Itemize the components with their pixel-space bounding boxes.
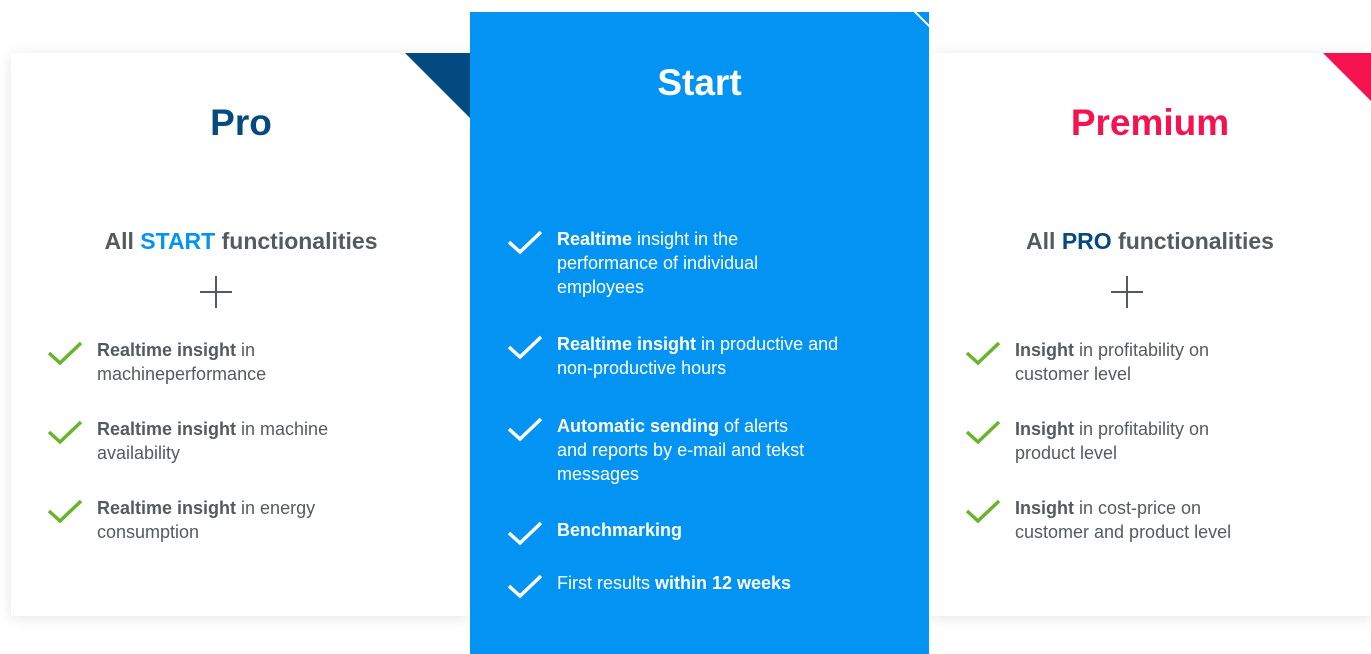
feature-line: Insight in profitability on	[1015, 419, 1210, 439]
plan-card-premium: Premium All PRO functionalities Insight …	[929, 53, 1371, 616]
plan-title-premium: Premium	[1070, 102, 1230, 143]
feature-line: product level	[1015, 443, 1118, 463]
feature-item: Realtime insight in productive and non-p…	[507, 332, 897, 380]
feature-item: Realtime insight in energy consumption	[47, 496, 437, 544]
feature-line: Realtime insight in machine	[97, 419, 329, 439]
feature-item: Insight in profitability on product leve…	[965, 417, 1345, 465]
feature-line: performance of individual	[557, 253, 759, 273]
check-icon	[965, 499, 1001, 524]
plan-subtitle-premium: All PRO functionalities	[929, 227, 1371, 255]
feature-line: non-productive hours	[557, 358, 727, 378]
feature-line: Automatic sending of alerts	[557, 416, 789, 436]
subtitle-highlight: START	[140, 228, 216, 254]
feature-line: Realtime insight in energy	[97, 498, 316, 518]
feature-line: employees	[557, 277, 645, 297]
plan-card-start: Start Realtime insight in the performanc…	[470, 12, 929, 654]
feature-item: Benchmarking	[507, 518, 897, 546]
check-icon	[965, 341, 1001, 366]
plus-icon	[200, 276, 232, 308]
subtitle-highlight: PRO	[1061, 228, 1112, 254]
feature-item: First results within 12 weeks	[507, 571, 897, 599]
feature-line: customer level	[1015, 364, 1132, 384]
check-icon	[507, 335, 543, 360]
feature-item: Insight in profitability on customer lev…	[965, 338, 1345, 386]
feature-line: machineperformance	[97, 364, 267, 384]
corner-ribbon	[1323, 53, 1371, 101]
subtitle-prefix: All	[104, 228, 134, 254]
check-icon	[507, 574, 543, 599]
feature-item: Automatic sending of alerts and reports …	[507, 414, 897, 486]
feature-line: Realtime insight in productive and	[557, 334, 839, 354]
plan-card-pro: Pro All START functionalities Realtime i…	[11, 53, 471, 616]
feature-line: and reports by e-mail and tekst	[557, 440, 805, 460]
plan-title-start: Start	[657, 62, 742, 103]
feature-line: Insight in profitability on	[1015, 340, 1210, 360]
feature-line: consumption	[97, 522, 200, 542]
check-icon	[507, 521, 543, 546]
feature-line: Realtime insight in	[97, 340, 256, 360]
feature-item: Insight in cost-price on customer and pr…	[965, 496, 1345, 544]
plan-subtitle-pro: All START functionalities	[11, 227, 471, 255]
feature-line: messages	[557, 464, 640, 484]
check-icon	[47, 341, 83, 366]
feature-line: Benchmarking	[557, 520, 683, 540]
check-icon	[965, 420, 1001, 445]
feature-item: Realtime insight in machineperformance	[47, 338, 437, 386]
feature-line: customer and product level	[1015, 522, 1232, 542]
check-icon	[507, 417, 543, 442]
check-icon	[47, 420, 83, 445]
feature-item: Realtime insight in the performance of i…	[507, 227, 897, 299]
check-icon	[507, 230, 543, 255]
check-icon	[47, 499, 83, 524]
feature-line: availability	[97, 443, 181, 463]
subtitle-suffix: functionalities	[221, 228, 378, 254]
plan-title-pro: Pro	[210, 102, 272, 143]
feature-item: Realtime insight in machine availability	[47, 417, 437, 465]
subtitle-prefix: All	[1026, 228, 1056, 254]
feature-line: Realtime insight in the	[557, 229, 739, 249]
plus-icon	[1111, 276, 1143, 308]
feature-line: First results within 12 weeks	[557, 573, 792, 593]
feature-line: Insight in cost-price on	[1015, 498, 1202, 518]
subtitle-suffix: functionalities	[1118, 228, 1274, 254]
